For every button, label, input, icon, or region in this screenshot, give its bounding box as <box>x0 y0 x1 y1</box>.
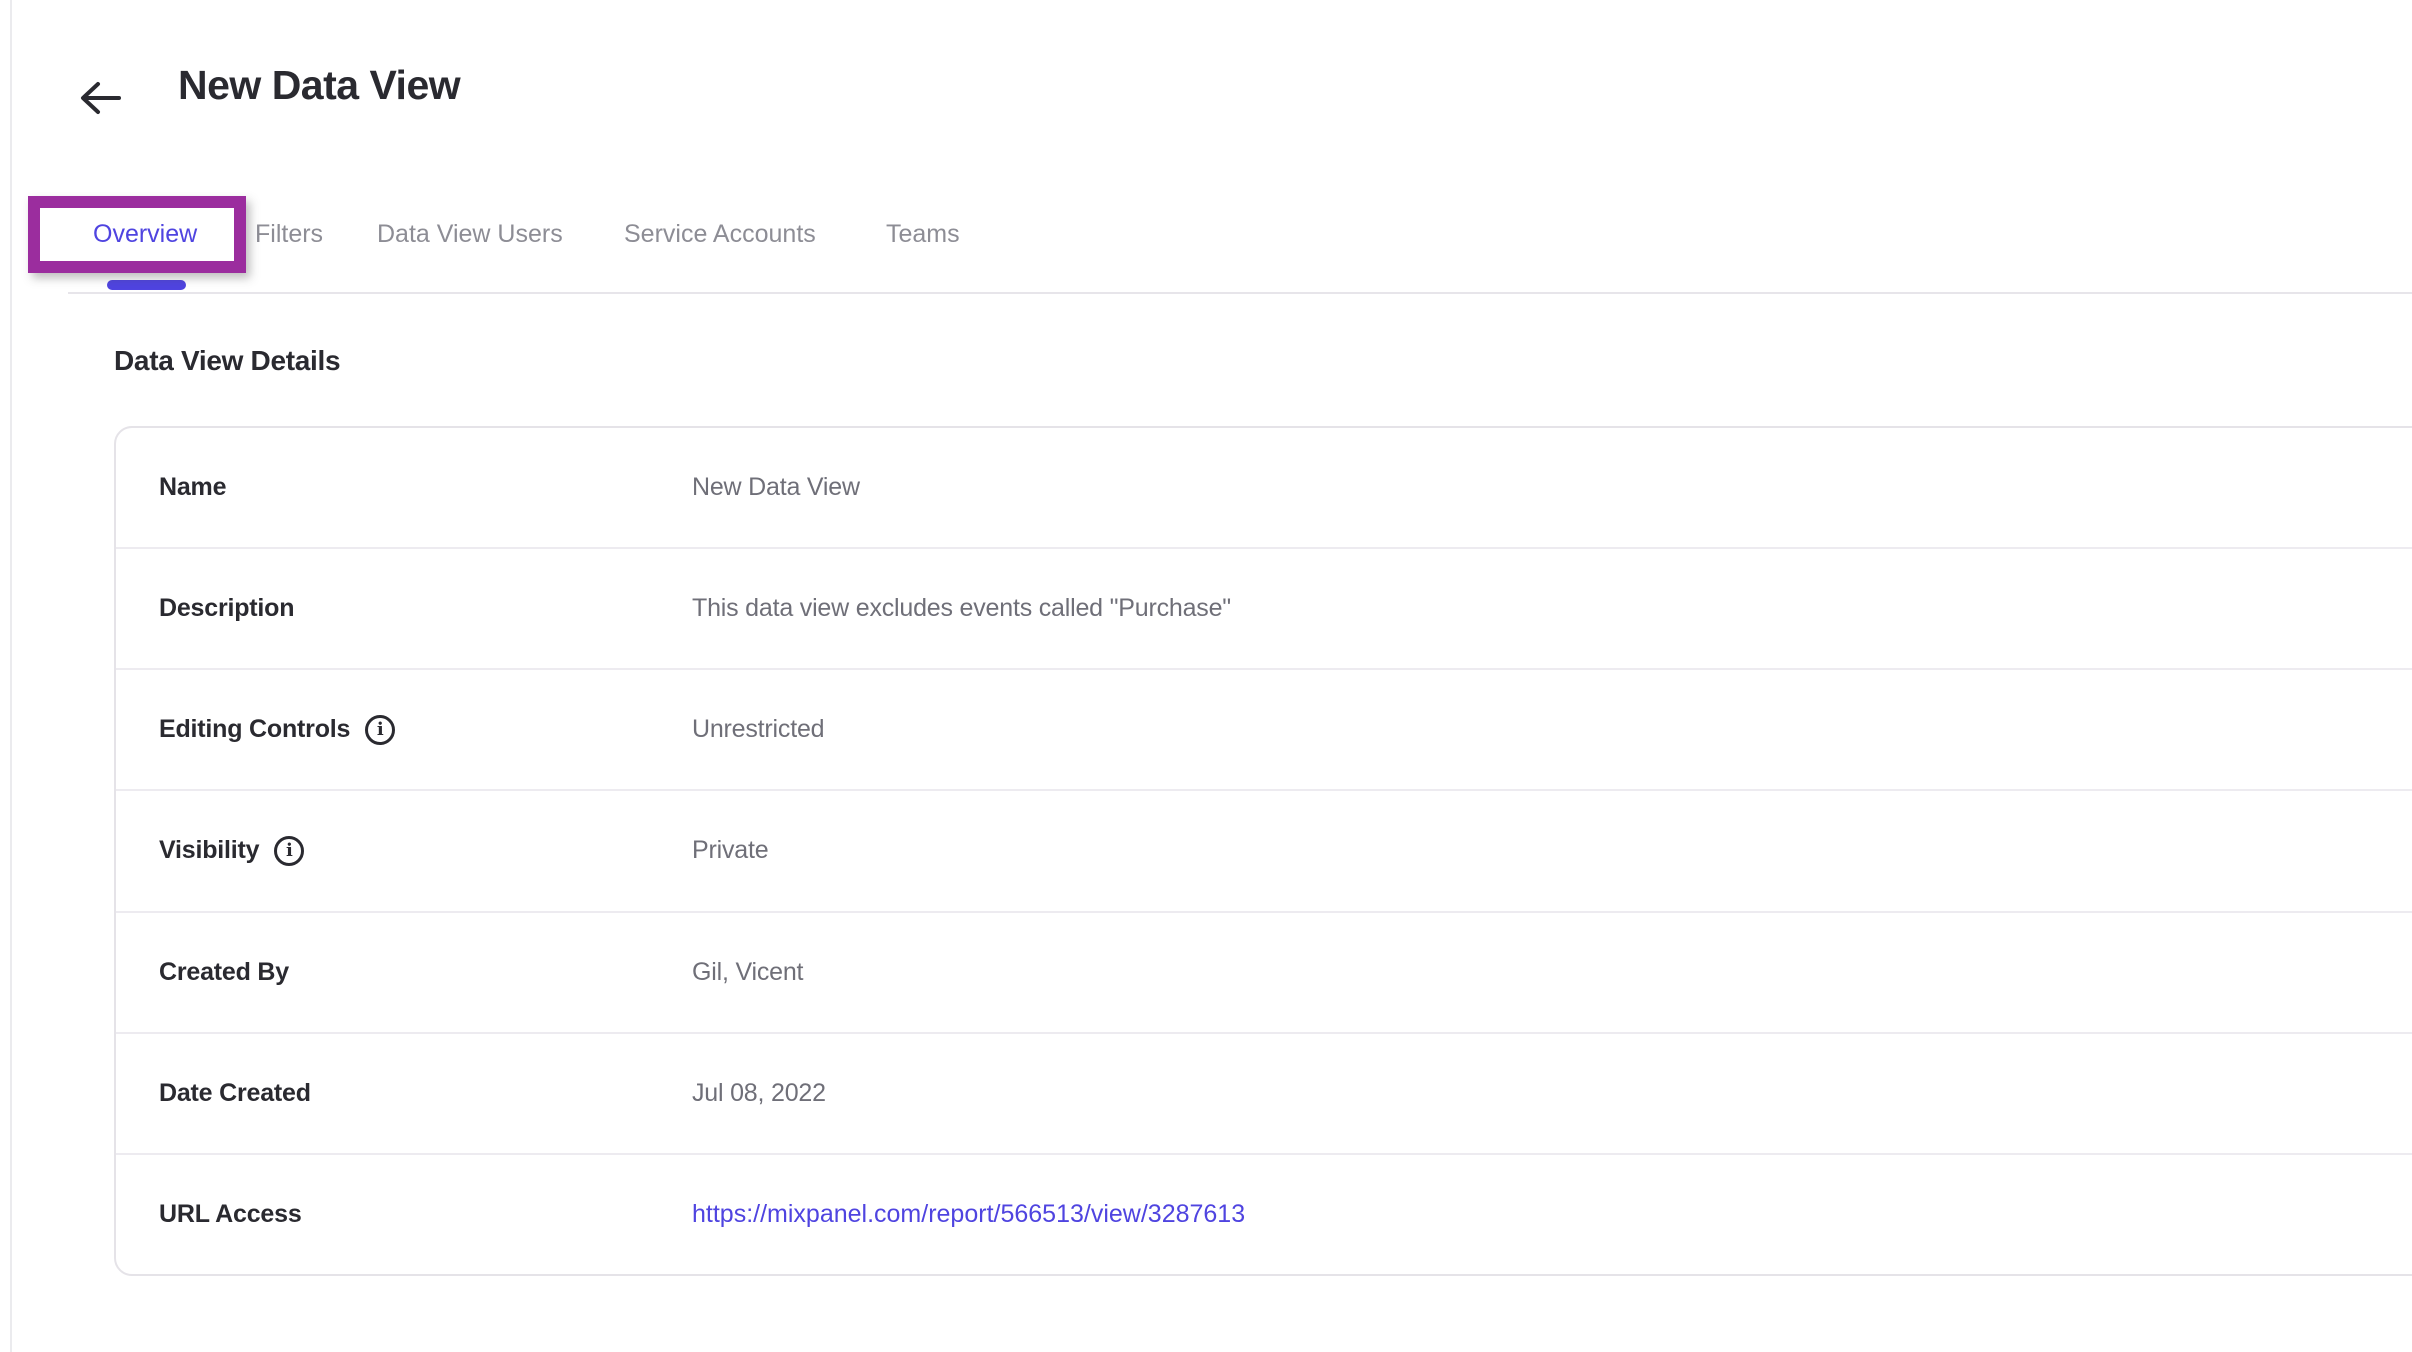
back-button[interactable] <box>76 76 124 120</box>
tab-teams[interactable]: Teams <box>886 220 960 249</box>
row-label: Visibility i <box>159 836 692 866</box>
section-title: Data View Details <box>114 345 340 377</box>
table-row-created-by: Created By Gil, Vicent <box>116 913 2412 1034</box>
info-icon[interactable]: i <box>365 715 395 745</box>
row-label: Description <box>159 594 692 623</box>
row-label: URL Access <box>159 1200 692 1229</box>
active-tab-indicator <box>107 280 186 290</box>
row-value: This data view excludes events called "P… <box>692 594 1231 623</box>
row-label: Date Created <box>159 1079 692 1108</box>
row-value: Gil, Vicent <box>692 958 803 987</box>
table-row-visibility: Visibility i Private <box>116 791 2412 912</box>
row-label: Name <box>159 473 692 502</box>
row-value: Jul 08, 2022 <box>692 1079 826 1108</box>
table-row-name: Name New Data View <box>116 428 2412 549</box>
row-label: Editing Controls i <box>159 715 692 745</box>
url-access-link[interactable]: https://mixpanel.com/report/566513/view/… <box>692 1200 1245 1229</box>
details-card: Name New Data View Description This data… <box>114 426 2412 1276</box>
table-row-description: Description This data view excludes even… <box>116 549 2412 670</box>
row-value: Unrestricted <box>692 715 824 744</box>
info-icon[interactable]: i <box>274 836 304 866</box>
arrow-left-icon <box>78 81 122 115</box>
tab-overview[interactable]: Overview <box>93 220 197 249</box>
tab-filters[interactable]: Filters <box>255 220 323 249</box>
page-left-border <box>10 0 12 1352</box>
tab-service-accounts[interactable]: Service Accounts <box>624 220 816 249</box>
row-value: New Data View <box>692 473 860 502</box>
tabs-divider <box>68 292 2412 294</box>
table-row-editing-controls: Editing Controls i Unrestricted <box>116 670 2412 791</box>
row-value: Private <box>692 836 768 865</box>
row-label: Created By <box>159 958 692 987</box>
table-row-url-access: URL Access https://mixpanel.com/report/5… <box>116 1155 2412 1274</box>
table-row-date-created: Date Created Jul 08, 2022 <box>116 1034 2412 1155</box>
page-title: New Data View <box>178 62 460 109</box>
tab-data-view-users[interactable]: Data View Users <box>377 220 563 249</box>
page: New Data View Overview Filters Data View… <box>0 0 2412 1352</box>
